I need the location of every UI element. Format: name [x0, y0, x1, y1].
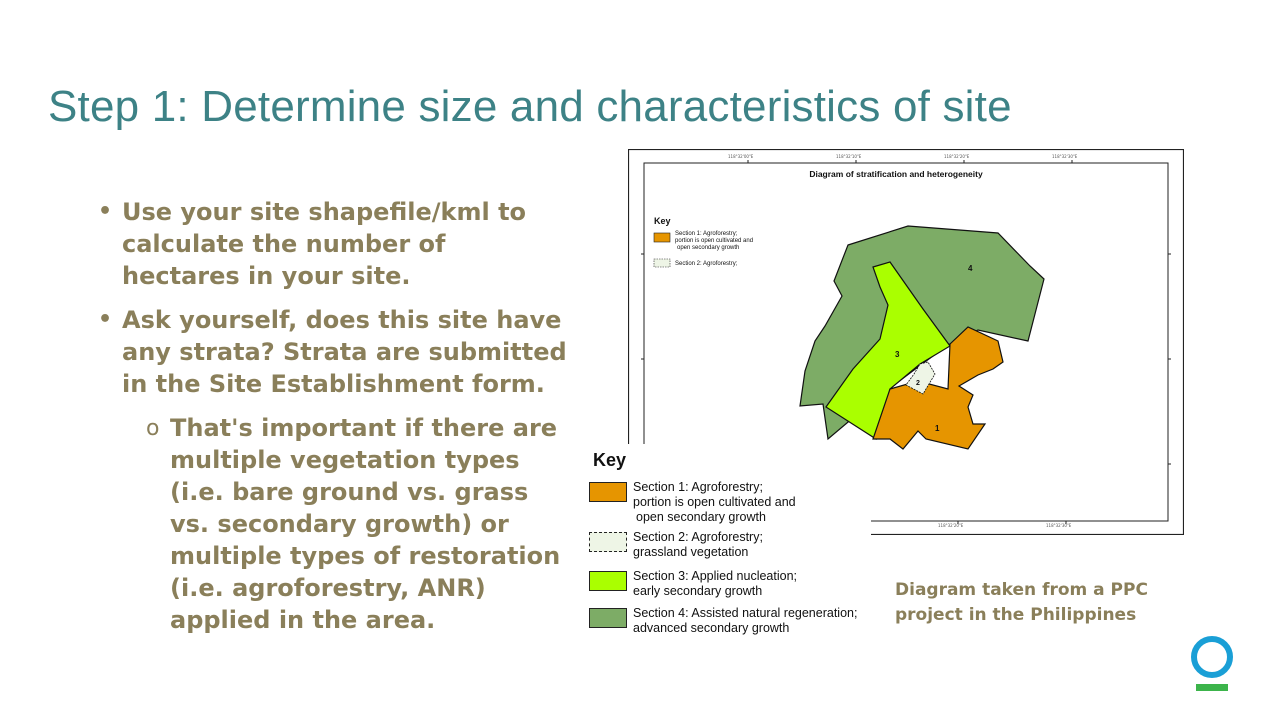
svg-text:118°32'30"E: 118°32'30"E	[1052, 154, 1078, 159]
caption-line-2: project in the Philippines	[895, 605, 1137, 625]
bullet-item-strata: • Ask yourself, does this site have any …	[98, 304, 568, 400]
map-key-label-s1-l3: open secondary growth	[677, 245, 739, 251]
svg-text:118°32'30"E: 118°32'30"E	[1046, 523, 1072, 528]
svg-text:118°32'10"E: 118°32'10"E	[836, 154, 862, 159]
map-label-section-4: 4	[968, 264, 973, 273]
map-label-section-1: 1	[935, 424, 940, 433]
legend-key: Key Section 1: Agroforestry; portion is o…	[575, 444, 871, 640]
legend-swatch-section-2	[589, 532, 627, 552]
map-key-label-s1-l1: Section 1: Agroforestry;	[675, 231, 738, 237]
legend-swatch-section-3	[589, 571, 627, 591]
map-label-section-3: 3	[895, 350, 900, 359]
slide-title: Step 1: Determine size and characteristi…	[48, 82, 1012, 131]
svg-text:118°32'20"E: 118°32'20"E	[938, 523, 964, 528]
map-key-swatch-section-2	[653, 258, 671, 268]
map-key-title: Key	[654, 216, 671, 226]
legend-label-section-4: Section 4: Assisted natural regeneration…	[633, 606, 858, 635]
bullet-dot: •	[98, 307, 113, 332]
org-logo-icon	[1191, 636, 1233, 691]
svg-text:118°32'20"E: 118°32'20"E	[944, 154, 970, 159]
legend-label-section-2: Section 2: Agroforestry; grassland vegeta…	[633, 530, 763, 559]
bullet-item-hectares: • Use your site shapefile/kml to calcula…	[98, 196, 568, 292]
diagram-caption: Diagram taken from a PPC project in the …	[895, 578, 1148, 628]
map-key-label-s2-l1: Section 2: Agroforestry;	[675, 261, 738, 267]
sub-bullet-item: o That's important if there are multiple…	[98, 412, 568, 636]
map-label-section-2: 2	[916, 380, 920, 387]
map-title: Diagram of stratification and heterogene…	[809, 169, 983, 179]
legend-label-section-3: Section 3: Applied nucleation; early seco…	[633, 569, 798, 598]
sub-bullet-text: That's important if there are multiple v…	[170, 414, 561, 634]
bullet-text: Ask yourself, does this site have any st…	[122, 306, 567, 398]
bullet-text: Use your site shapefile/kml to calculate…	[122, 198, 527, 290]
legend-swatch-section-1	[589, 482, 627, 502]
legend-label-section-1: Section 1: Agroforestry; portion is open …	[633, 480, 796, 524]
sub-bullet-marker: o	[146, 416, 160, 441]
svg-text:118°32'00"E: 118°32'00"E	[728, 154, 754, 159]
caption-line-1: Diagram taken from a PPC	[895, 580, 1148, 600]
bullet-list: • Use your site shapefile/kml to calcula…	[98, 196, 568, 636]
legend-swatch-section-4	[589, 608, 627, 628]
bullet-dot: •	[98, 199, 113, 224]
map-key-label-s1-l2: portion is open cultivated and	[675, 238, 753, 244]
legend-title: Key	[593, 450, 627, 470]
map-key-swatch-section-1	[653, 232, 671, 243]
